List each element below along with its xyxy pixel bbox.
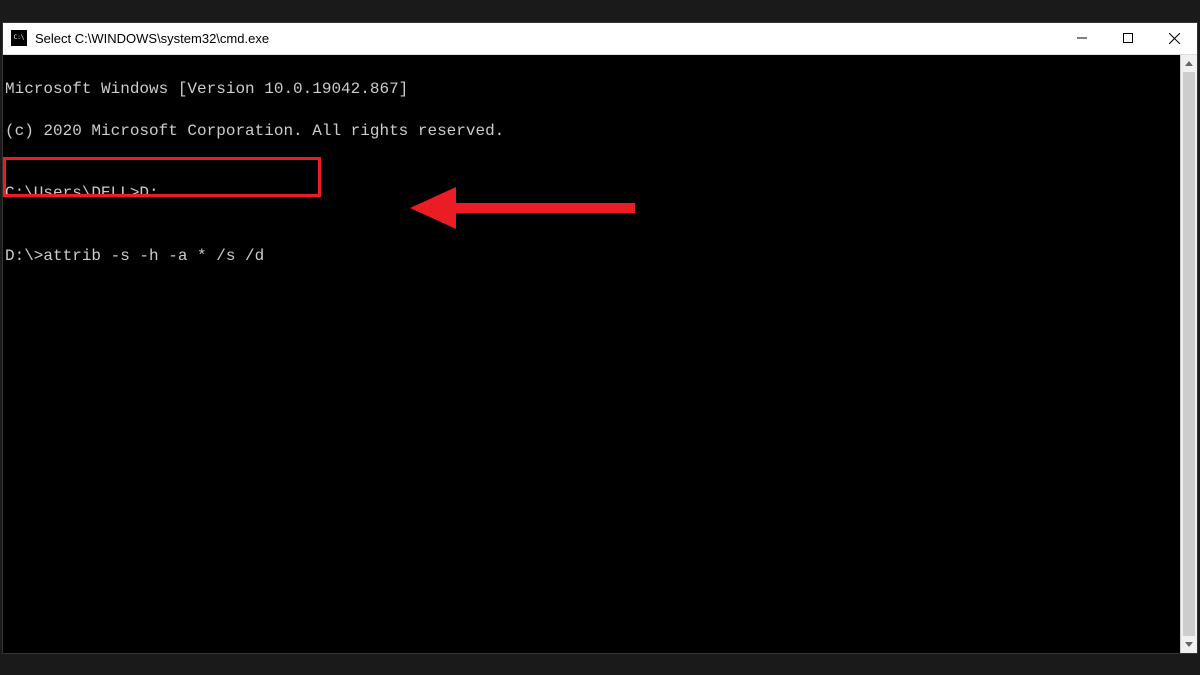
scroll-down-button[interactable]: [1181, 636, 1197, 653]
chevron-down-icon: [1185, 642, 1193, 647]
close-icon: [1169, 33, 1180, 44]
titlebar[interactable]: Select C:\WINDOWS\system32\cmd.exe: [3, 23, 1197, 55]
terminal[interactable]: Microsoft Windows [Version 10.0.19042.86…: [3, 55, 1180, 653]
prompt-command: D:: [139, 184, 158, 202]
prompt-path: D:\>: [5, 247, 43, 265]
prompt-path: C:\Users\DELL>: [5, 184, 139, 202]
vertical-scrollbar[interactable]: [1180, 55, 1197, 653]
cmd-window: Select C:\WINDOWS\system32\cmd.exe Mic: [2, 22, 1198, 654]
terminal-prompt-line: C:\Users\DELL>D:: [5, 183, 1178, 204]
terminal-prompt-line: D:\>attrib -s -h -a * /s /d: [5, 246, 1178, 267]
cmd-icon: [11, 30, 27, 46]
close-button[interactable]: [1151, 23, 1197, 54]
scroll-up-button[interactable]: [1181, 55, 1197, 72]
terminal-area: Microsoft Windows [Version 10.0.19042.86…: [3, 55, 1197, 653]
chevron-up-icon: [1185, 61, 1193, 66]
terminal-output-line: Microsoft Windows [Version 10.0.19042.86…: [5, 79, 1178, 100]
terminal-output-line: (c) 2020 Microsoft Corporation. All righ…: [5, 121, 1178, 142]
minimize-icon: [1077, 33, 1087, 43]
window-controls: [1059, 23, 1197, 54]
minimize-button[interactable]: [1059, 23, 1105, 54]
maximize-icon: [1123, 33, 1133, 43]
maximize-button[interactable]: [1105, 23, 1151, 54]
prompt-command: attrib -s -h -a * /s /d: [43, 247, 264, 265]
window-title: Select C:\WINDOWS\system32\cmd.exe: [35, 31, 1059, 46]
scroll-thumb[interactable]: [1183, 72, 1195, 636]
scroll-track[interactable]: [1181, 72, 1197, 636]
